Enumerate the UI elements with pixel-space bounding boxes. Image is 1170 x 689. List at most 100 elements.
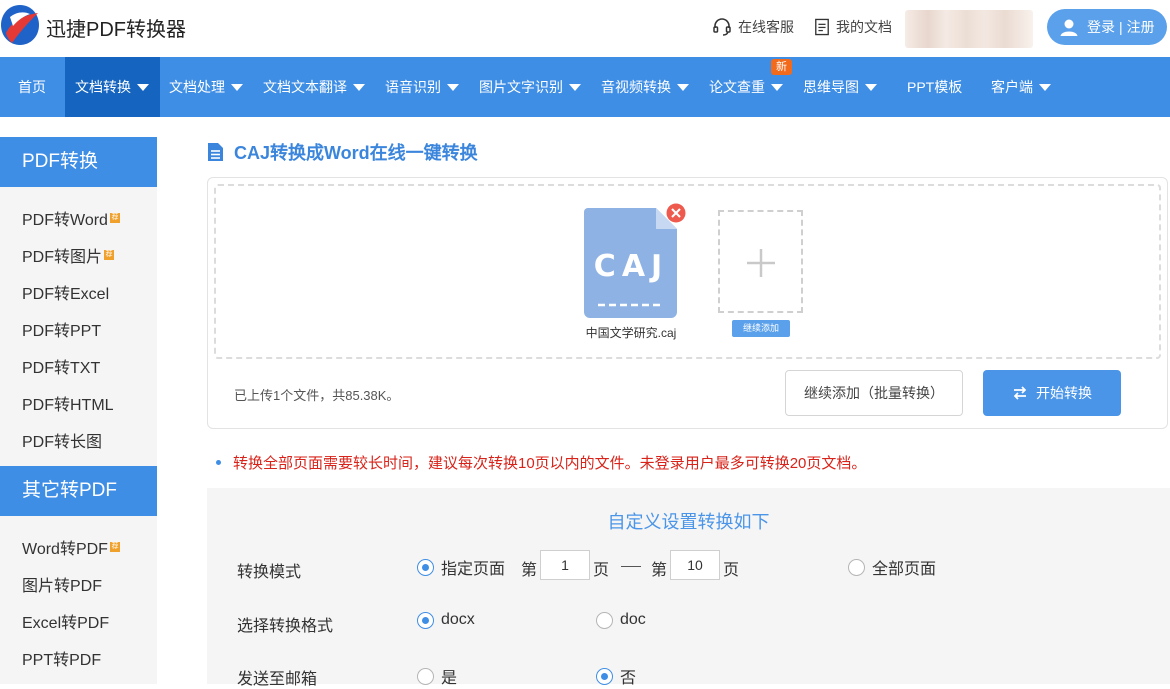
radio-circle xyxy=(848,558,865,576)
sidebar-item-label: PDF转长图 xyxy=(22,434,103,451)
sidebar-item-label: PDF转Word xyxy=(22,212,108,229)
page-title: CAJ转换成Word在线一键转换 xyxy=(207,139,478,165)
file-name: 中国文学研究.caj xyxy=(585,326,677,340)
nav-item-doc-process[interactable]: 文档处理 xyxy=(169,57,243,117)
sidebar-item-label: PDF转Excel xyxy=(22,286,110,303)
page-title-text: CAJ转换成Word在线一键转换 xyxy=(234,143,478,163)
sidebar-item-pdf-to-html[interactable]: PDF转HTML xyxy=(22,391,114,415)
chevron-down-icon xyxy=(569,83,581,91)
chevron-down-icon xyxy=(231,83,243,91)
nav-item-client[interactable]: 客户端 xyxy=(991,57,1051,117)
radio-email-no[interactable]: 否 xyxy=(596,664,636,688)
radio-label: 全部页面 xyxy=(872,561,937,578)
upload-dropzone[interactable]: CAJ 中国文学研究.caj 继续添加 xyxy=(214,184,1161,359)
nav-item-home[interactable]: 首页 xyxy=(0,57,65,117)
radio-label: doc xyxy=(620,611,646,628)
sidebar-item-label: PDF转TXT xyxy=(22,360,101,377)
sidebar-item-ppt-to-pdf[interactable]: PPT转PDF xyxy=(22,646,101,670)
chevron-down-icon xyxy=(1039,83,1051,91)
my-docs-link[interactable]: 我的文档 xyxy=(814,17,892,37)
remove-file-icon[interactable] xyxy=(666,203,686,223)
settings-title: 自定义设置转换如下 xyxy=(607,512,770,532)
sidebar-item-pdf-to-excel[interactable]: PDF转Excel xyxy=(22,280,109,304)
sidebar-section-pdf-convert: PDF转换 xyxy=(0,137,157,187)
sidebar-section-other-to-pdf: 其它转PDF xyxy=(0,466,157,516)
top-header: 迅捷PDF转换器 在线客服 我的文档 登录 | 注册 xyxy=(0,0,1170,57)
sidebar-item-pdf-to-image[interactable]: PDF转图片荐 xyxy=(22,243,115,267)
online-service-link[interactable]: 在线客服 xyxy=(712,17,794,37)
blurred-user-area xyxy=(905,10,1033,48)
nav-label: PPT模板 xyxy=(907,79,963,95)
chevron-down-icon xyxy=(447,83,459,91)
nav-label: 客户端 xyxy=(991,79,1033,95)
online-service-label: 在线客服 xyxy=(738,19,794,35)
sidebar-item-label: PDF转图片 xyxy=(22,249,103,266)
register-label[interactable]: 注册 xyxy=(1127,17,1155,37)
bullet-icon xyxy=(216,460,221,465)
sidebar-item-pdf-to-long-image[interactable]: PDF转长图 xyxy=(22,428,102,452)
sidebar-item-image-to-pdf[interactable]: 图片转PDF xyxy=(22,572,102,596)
upload-status: 已上传1个文件，共85.38K。 xyxy=(234,388,400,403)
sidebar-item-excel-to-pdf[interactable]: Excel转PDF xyxy=(22,609,109,633)
nav-item-ppt-template[interactable]: PPT模板 xyxy=(907,57,962,117)
radio-docx[interactable]: docx xyxy=(417,611,475,629)
nav-item-av-convert[interactable]: 音视频转换 xyxy=(601,57,689,117)
continue-add-tag[interactable]: 继续添加 xyxy=(732,320,790,337)
nav-item-doc-convert[interactable]: 文档转换 xyxy=(65,57,160,117)
radio-doc[interactable]: doc xyxy=(596,611,646,629)
sidebar-item-label: 图片转PDF xyxy=(22,578,103,595)
nav-label: 音视频转换 xyxy=(601,79,671,95)
user-icon xyxy=(1060,19,1078,36)
add-file-box[interactable] xyxy=(718,210,803,313)
swap-arrows-icon xyxy=(1013,386,1027,400)
chevron-down-icon xyxy=(865,83,877,91)
range-dash xyxy=(621,566,641,567)
sidebar-item-label: PDF转PPT xyxy=(22,323,102,340)
radio-circle xyxy=(417,611,434,629)
nav-label: 图片文字识别 xyxy=(479,79,563,95)
radio-circle xyxy=(596,611,613,629)
sidebar-item-word-to-pdf[interactable]: Word转PDF 荐 xyxy=(22,535,120,559)
from-page-input[interactable]: 1 xyxy=(540,550,590,580)
sidebar-item-pdf-to-txt[interactable]: PDF转TXT xyxy=(22,354,100,378)
main-nav: 首页 文档转换 文档处理 文档文本翻译 语音识别 图片文字识别 音视频转换 论文… xyxy=(0,57,1170,117)
nav-label: 文档文本翻译 xyxy=(263,79,347,95)
caj-file-icon: CAJ xyxy=(584,208,677,318)
to-suffix: 页 xyxy=(723,562,740,579)
login-register-button[interactable]: 登录 | 注册 xyxy=(1047,9,1167,45)
start-convert-button[interactable]: 开始转换 xyxy=(983,370,1121,416)
brand-logo-icon[interactable] xyxy=(0,3,40,47)
settings-panel: 自定义设置转换如下 转换模式 指定页面 第 1 页 第 10 页 全部页面 选择… xyxy=(207,488,1170,688)
to-page-input[interactable]: 10 xyxy=(670,550,720,580)
nav-item-mindmap[interactable]: 思维导图 xyxy=(803,57,877,117)
conversion-notice: 转换全部页面需要较长时间，建议每次转换10页以内的文件。未登录用户最多可转换20… xyxy=(216,452,866,473)
brand-name[interactable]: 迅捷PDF转换器 xyxy=(46,13,186,42)
radio-label: 是 xyxy=(441,670,458,687)
radio-all-pages[interactable]: 全部页面 xyxy=(848,555,936,579)
sidebar-item-pdf-to-ppt[interactable]: PDF转PPT xyxy=(22,317,101,341)
start-convert-label: 开始转换 xyxy=(1036,385,1092,401)
sidebar-item-pdf-to-word[interactable]: PDF转Word 荐 xyxy=(22,206,120,230)
radio-circle xyxy=(596,667,613,685)
login-label[interactable]: 登录 xyxy=(1087,17,1115,37)
notice-text: 转换全部页面需要较长时间，建议每次转换10页以内的文件。未登录用户最多可转换20… xyxy=(233,455,867,472)
plus-icon xyxy=(747,249,775,277)
hot-badge: 荐 xyxy=(104,250,115,260)
format-label: 选择转换格式 xyxy=(237,618,334,635)
upload-card: CAJ 中国文学研究.caj 继续添加 已上传1个文件，共85.38K。 继续添… xyxy=(207,177,1168,429)
radio-email-yes[interactable]: 是 xyxy=(417,664,457,688)
sidebar-item-label: PPT转PDF xyxy=(22,652,102,669)
chevron-down-icon xyxy=(771,83,783,91)
nav-item-ocr[interactable]: 图片文字识别 xyxy=(479,57,581,117)
batch-add-button[interactable]: 继续添加（批量转换） xyxy=(785,370,963,416)
nav-item-translate[interactable]: 文档文本翻译 xyxy=(263,57,365,117)
nav-label: 论文查重 xyxy=(709,79,765,95)
nav-item-speech[interactable]: 语音识别 xyxy=(385,57,459,117)
nav-label: 首页 xyxy=(18,79,46,95)
hot-badge: 荐 xyxy=(109,542,120,552)
headset-icon xyxy=(713,18,731,36)
document-title-icon xyxy=(208,143,223,161)
radio-specified-pages[interactable]: 指定页面 xyxy=(417,555,505,579)
radio-label: 指定页面 xyxy=(441,561,506,578)
new-badge: 新 xyxy=(771,59,792,75)
